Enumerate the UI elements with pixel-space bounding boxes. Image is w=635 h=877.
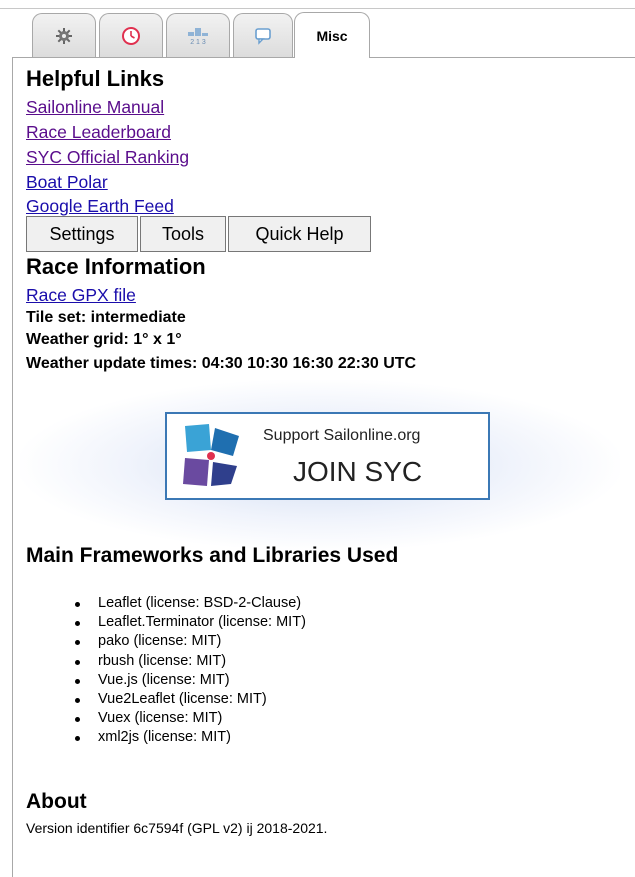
svg-text:2 1 3: 2 1 3 (190, 39, 206, 46)
link-sailonline-manual[interactable]: Sailonline Manual (26, 96, 164, 118)
list-item: Vue2Leaflet (license: MIT) (75, 690, 306, 709)
sailonline-logo-icon (183, 424, 239, 486)
helpful-links-heading: Helpful Links (26, 66, 165, 91)
frameworks-list: Leaflet (license: BSD-2-Clause) Leaflet.… (75, 594, 306, 748)
about-heading: About (26, 790, 87, 813)
ranking-icon: 2 1 3 (188, 27, 208, 46)
list-item: rbush (license: MIT) (75, 652, 306, 671)
gear-icon (56, 27, 72, 44)
tab-settings[interactable] (32, 13, 96, 57)
banner-join-text: JOIN SYC (293, 456, 423, 487)
frameworks-heading: Main Frameworks and Libraries Used (26, 544, 399, 567)
link-boat-polar[interactable]: Boat Polar (26, 171, 108, 193)
link-google-earth-feed[interactable]: Google Earth Feed (26, 195, 174, 217)
weather-update-info: Weather update times: 04:30 10:30 16:30 … (26, 355, 417, 372)
tab-bar-rule (0, 8, 635, 9)
list-item: Vue.js (license: MIT) (75, 671, 306, 690)
clock-icon (122, 26, 140, 45)
tab-misc-label: Misc (316, 27, 348, 44)
tile-set-info: Tile set: intermediate (26, 309, 186, 326)
race-information-heading: Race Information (26, 254, 206, 279)
list-item: pako (license: MIT) (75, 632, 306, 651)
list-item: Leaflet.Terminator (license: MIT) (75, 613, 306, 632)
tab-clock[interactable] (99, 13, 163, 57)
link-syc-official-ranking[interactable]: SYC Official Ranking (26, 146, 189, 168)
settings-button[interactable]: Settings (26, 216, 138, 252)
link-race-leaderboard[interactable]: Race Leaderboard (26, 121, 171, 143)
tab-misc[interactable]: Misc (294, 12, 370, 58)
tools-button[interactable]: Tools (140, 216, 226, 252)
chat-bubble-icon (255, 27, 271, 45)
weather-grid-info: Weather grid: 1° x 1° (26, 331, 182, 348)
list-item: Leaflet (license: BSD-2-Clause) (75, 594, 306, 613)
tab-leaderboard[interactable]: 2 1 3 (166, 13, 230, 57)
quick-help-button[interactable]: Quick Help (228, 216, 371, 252)
banner-support-text: Support Sailonline.org (263, 427, 421, 444)
tab-chat[interactable] (233, 13, 293, 57)
link-race-gpx-file[interactable]: Race GPX file (26, 284, 136, 306)
list-item: Vuex (license: MIT) (75, 709, 306, 728)
tab-bar: 2 1 3 Misc (0, 0, 635, 58)
version-text: Version identifier 6c7594f (GPL v2) ij 2… (26, 820, 328, 836)
list-item: xml2js (license: MIT) (75, 728, 306, 747)
join-syc-banner[interactable]: Support Sailonline.org JOIN SYC (165, 412, 490, 500)
